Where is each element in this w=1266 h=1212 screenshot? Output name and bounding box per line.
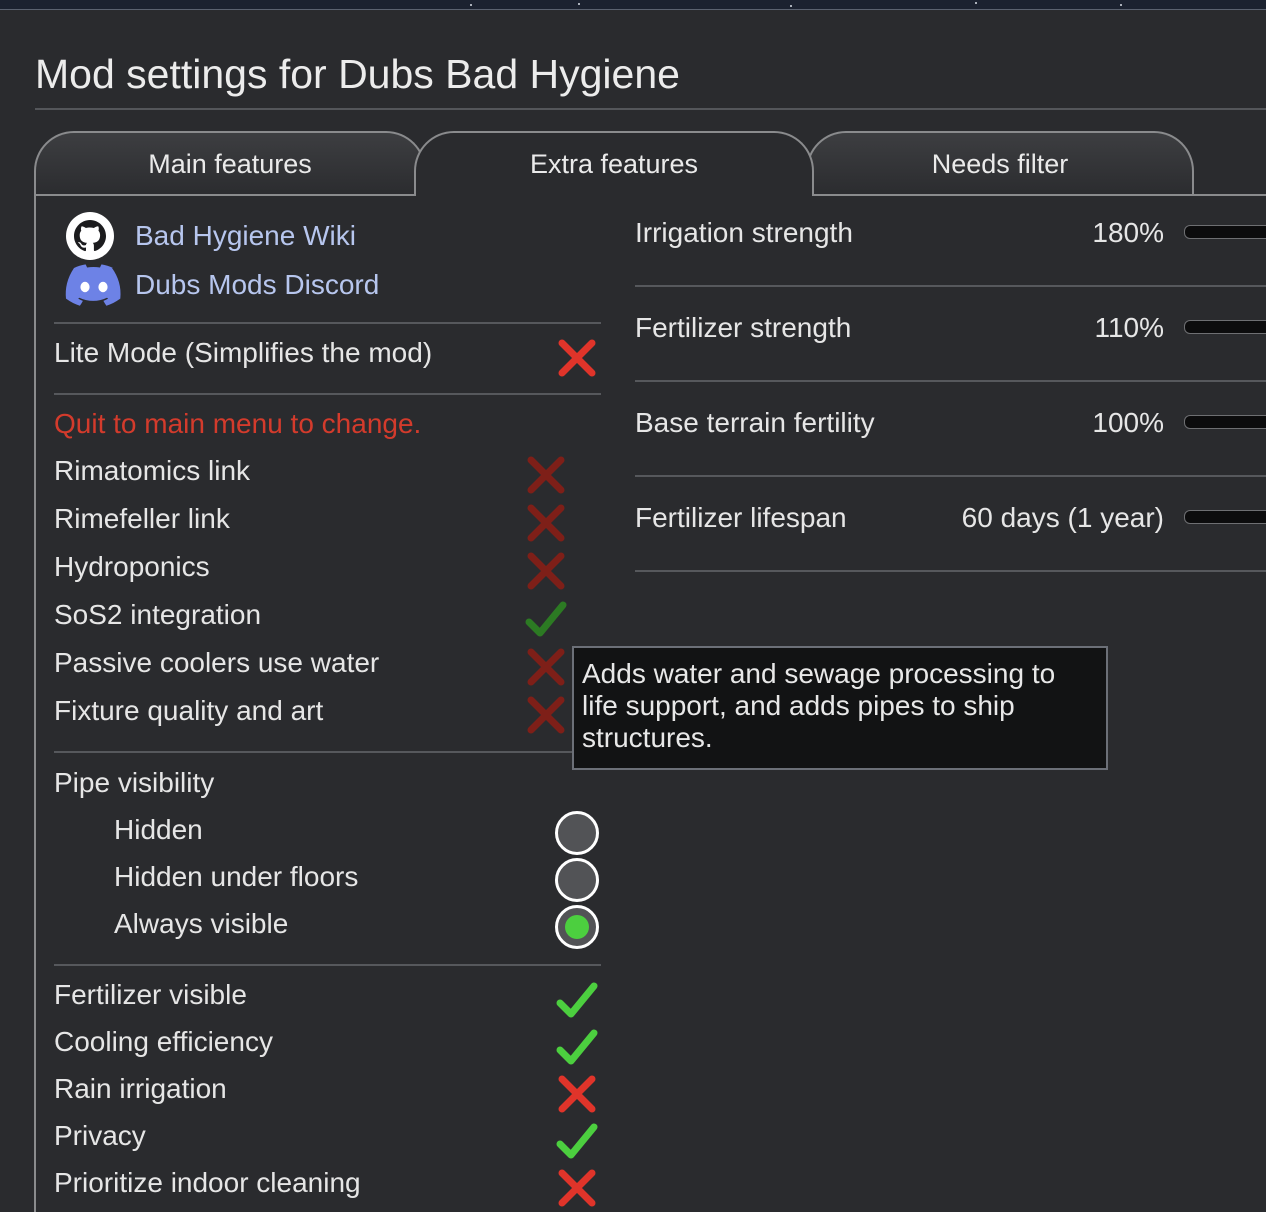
- star: [790, 5, 792, 7]
- radio-hidden-under-floors[interactable]: [555, 858, 599, 902]
- star: [578, 3, 580, 5]
- discord-link-label: Dubs Mods Discord: [135, 269, 380, 300]
- tab-needs-filter[interactable]: Needs filter: [806, 131, 1194, 195]
- prioritize-indoor-cleaning-cross-icon[interactable]: [555, 1166, 599, 1210]
- cross-icon: [527, 648, 565, 686]
- radio-always-visible[interactable]: [555, 905, 599, 949]
- cross-icon: [527, 456, 565, 494]
- toggle-label-prioritize-indoor-cleaning: Prioritize indoor cleaning: [54, 1167, 361, 1198]
- cross-icon: [527, 552, 565, 590]
- setting-value-irrigation-strength: 180%: [1092, 217, 1164, 248]
- setting-divider: [635, 475, 1266, 477]
- irrigation-strength-slider[interactable]: [1184, 225, 1266, 239]
- section-divider: [54, 751, 601, 753]
- radio-label-hidden-under-floors: Hidden under floors: [114, 861, 359, 892]
- discord-icon: [65, 261, 123, 309]
- fertilizer-strength-slider[interactable]: [1184, 320, 1266, 334]
- tab-baseline: [812, 194, 1266, 196]
- base-terrain-fertility-slider[interactable]: [1184, 415, 1266, 429]
- section-divider: [54, 964, 601, 966]
- privacy-check-icon[interactable]: [555, 1119, 599, 1163]
- fertilizer-lifespan-slider[interactable]: [1184, 510, 1266, 524]
- section-divider: [54, 322, 601, 324]
- toggle-label-fertilizer-visible: Fertilizer visible: [54, 979, 247, 1010]
- discord-link[interactable]: Dubs Mods Discord: [65, 261, 379, 309]
- tooltip: Adds water and sewage processing to life…: [572, 646, 1108, 770]
- panel-border: [34, 194, 36, 1212]
- cross-icon: [527, 696, 565, 734]
- integration-label-hydroponics: Hydroponics: [54, 551, 210, 582]
- page-title: Mod settings for Dubs Bad Hygiene: [35, 51, 680, 97]
- star: [975, 2, 977, 4]
- setting-value-fertilizer-strength: 110%: [1094, 312, 1164, 343]
- github-icon: [65, 212, 123, 260]
- tab-baseline: [34, 194, 416, 196]
- cross-icon: [527, 504, 565, 542]
- setting-label-fertilizer-strength: Fertilizer strength: [635, 312, 852, 343]
- setting-value-fertilizer-lifespan: 60 days (1 year): [961, 502, 1164, 533]
- setting-divider: [635, 570, 1266, 572]
- setting-divider: [635, 285, 1266, 287]
- wiki-link-label: Bad Hygiene Wiki: [135, 220, 356, 251]
- radio-label-always-visible: Always visible: [114, 908, 289, 939]
- setting-label-irrigation-strength: Irrigation strength: [635, 217, 853, 248]
- setting-value-base-terrain-fertility: 100%: [1092, 407, 1164, 438]
- title-divider: [35, 108, 1266, 110]
- fertilizer-visible-check-icon[interactable]: [555, 978, 599, 1022]
- wiki-link[interactable]: Bad Hygiene Wiki: [65, 212, 356, 260]
- rain-irrigation-cross-icon[interactable]: [555, 1072, 599, 1116]
- lite-mode-label: Lite Mode (Simplifies the mod): [54, 337, 433, 368]
- cooling-efficiency-check-icon[interactable]: [555, 1025, 599, 1069]
- integration-label-fixture-quality: Fixture quality and art: [54, 695, 324, 726]
- integration-label-sos2: SoS2 integration: [54, 599, 262, 630]
- toggle-label-privacy: Privacy: [54, 1120, 146, 1151]
- integration-label-passive-coolers: Passive coolers use water: [54, 647, 380, 678]
- pipe-visibility-label: Pipe visibility: [54, 767, 215, 798]
- tab-main-features[interactable]: Main features: [34, 131, 426, 195]
- setting-label-fertilizer-lifespan: Fertilizer lifespan: [635, 502, 847, 533]
- integration-label-rimatomics: Rimatomics link: [54, 455, 251, 486]
- restart-warning: Quit to main menu to change.: [54, 408, 422, 439]
- setting-divider: [635, 380, 1266, 382]
- toggle-label-cooling-efficiency: Cooling efficiency: [54, 1026, 273, 1057]
- check-icon: [525, 601, 567, 637]
- radio-hidden[interactable]: [555, 811, 599, 855]
- setting-label-base-terrain-fertility: Base terrain fertility: [635, 407, 875, 438]
- integration-label-rimefeller: Rimefeller link: [54, 503, 230, 534]
- star: [470, 4, 472, 6]
- star: [1120, 4, 1122, 6]
- tab-extra-features[interactable]: Extra features: [414, 131, 814, 195]
- lite-mode-cross-icon[interactable]: [555, 336, 599, 380]
- radio-label-hidden: Hidden: [114, 814, 203, 845]
- toggle-label-rain-irrigation: Rain irrigation: [54, 1073, 227, 1104]
- starfield-background: [0, 0, 1266, 10]
- section-divider: [54, 393, 601, 395]
